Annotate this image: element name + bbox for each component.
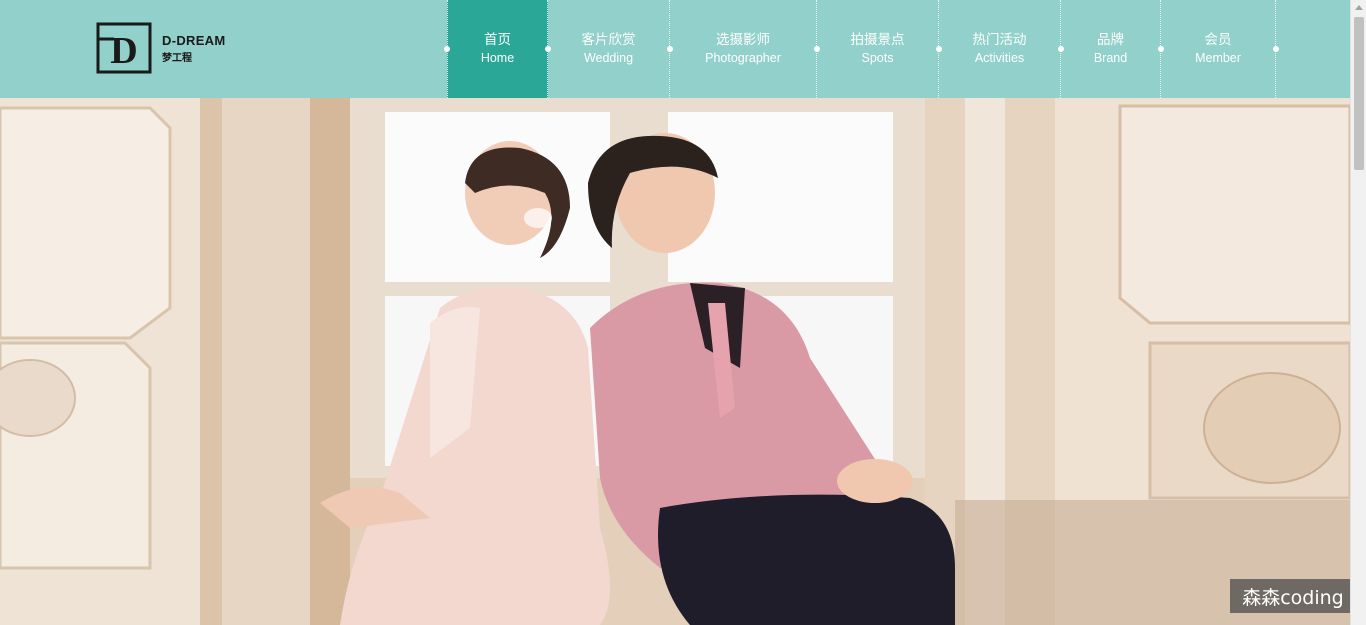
- nav-label-cn: 客片欣赏: [581, 32, 636, 48]
- d-dream-logo-icon: D: [96, 22, 152, 74]
- nav-label-en: Brand: [1093, 51, 1128, 65]
- scroll-up-arrow-icon[interactable]: [1355, 5, 1363, 10]
- vertical-scrollbar[interactable]: [1350, 0, 1366, 625]
- nav-item-member[interactable]: 会员 Member: [1161, 0, 1279, 98]
- nav-label-en: Spots: [861, 51, 894, 65]
- logo[interactable]: D D-DREAM 梦工程: [96, 20, 236, 76]
- nav-label-en: Home: [480, 51, 515, 65]
- nav-divider-dot: [444, 46, 450, 52]
- logo-subtitle: 梦工程: [162, 52, 192, 64]
- nav-label-en: Wedding: [583, 51, 634, 65]
- nav-label-cn: 拍摄景点: [850, 32, 905, 48]
- main-nav: 首页 Home 客片欣赏 Wedding 选摄影师 Photographer 拍…: [444, 0, 1279, 98]
- nav-label-cn: 品牌: [1097, 32, 1124, 48]
- nav-item-activities[interactable]: 热门活动 Activities: [939, 0, 1064, 98]
- nav-item-home[interactable]: 首页 Home: [444, 0, 551, 98]
- nav-label-en: Photographer: [705, 51, 781, 65]
- site-header: D D-DREAM 梦工程 首页 Home 客片欣赏 Wedding 选摄影师 …: [0, 0, 1350, 98]
- nav-item-brand[interactable]: 品牌 Brand: [1061, 0, 1164, 98]
- nav-label-cn: 选摄影师: [716, 32, 770, 48]
- nav-item-photographer[interactable]: 选摄影师 Photographer: [670, 0, 820, 98]
- scrollbar-thumb[interactable]: [1354, 17, 1364, 170]
- nav-item-wedding[interactable]: 客片欣赏 Wedding: [548, 0, 673, 98]
- hero-wedding-photo: [0, 98, 1350, 625]
- svg-text:D: D: [110, 30, 137, 72]
- watermark-text: 森森coding: [1242, 586, 1344, 609]
- nav-label-cn: 会员: [1204, 32, 1232, 48]
- nav-label-cn: 首页: [484, 32, 511, 48]
- nav-label-en: Activities: [974, 51, 1025, 65]
- nav-item-spots[interactable]: 拍摄景点 Spots: [817, 0, 942, 98]
- nav-divider-dot: [1273, 46, 1279, 52]
- logo-name: D-DREAM: [162, 32, 226, 48]
- nav-label-cn: 热门活动: [972, 32, 1027, 48]
- nav-label-en: Member: [1195, 51, 1241, 65]
- watermark-badge: 森森coding: [1230, 579, 1356, 613]
- hero-banner: [0, 98, 1350, 625]
